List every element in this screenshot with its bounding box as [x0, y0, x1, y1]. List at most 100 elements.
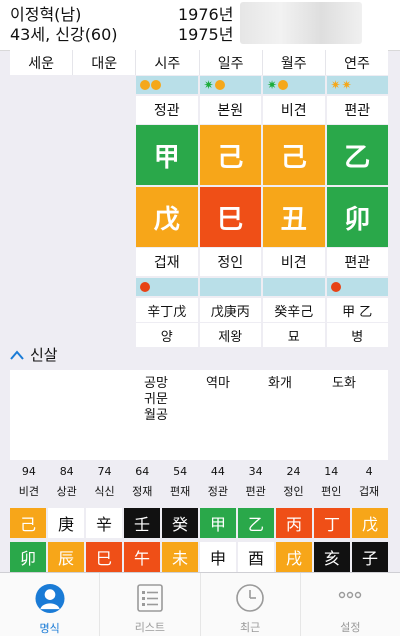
daeun-god: 비견 [18, 485, 40, 498]
sinsal-item: 월공 [144, 408, 168, 423]
daeun-god: 편인 [321, 485, 342, 498]
more-icon [339, 591, 362, 599]
top-god: 정관 [136, 96, 198, 124]
sinsal-item: 귀문 [144, 392, 168, 407]
stars-top-row: ✷ ✷ ✷ ✷ [136, 76, 388, 94]
tab-list[interactable]: 리스트 [99, 573, 199, 636]
daeun-god: 겁재 [358, 485, 380, 498]
daeun-stem[interactable]: 丁 [314, 508, 350, 538]
star-box [136, 76, 198, 94]
daeun-branch[interactable]: 亥 [314, 542, 350, 572]
daeun-branch[interactable]: 戌 [276, 542, 312, 572]
tab-label: 명식 [39, 622, 60, 635]
daeun-stem[interactable]: 戊 [352, 508, 388, 538]
sinsal-col-day: 역마 [206, 376, 230, 391]
top-god: 본원 [199, 96, 261, 124]
sinsal-col-month: 화개 [268, 376, 292, 391]
daeun-branch[interactable]: 卯 [10, 542, 46, 572]
daeun-stem[interactable]: 己 [10, 508, 46, 538]
stem-hour[interactable]: 甲 [136, 125, 198, 185]
daeun-branch[interactable]: 未 [162, 542, 198, 572]
daeun-god: 정인 [283, 485, 304, 498]
daeun-branch[interactable]: 午 [124, 542, 160, 572]
label-year-pillar: 연주 [324, 50, 388, 75]
green-star-icon: ✷ [267, 78, 278, 92]
stage: 병 [326, 323, 388, 347]
daeun-stem[interactable]: 丙 [276, 508, 312, 538]
heavenly-stems-row: 甲 己 己 乙 [136, 125, 388, 185]
daeun-stem[interactable]: 乙 [238, 508, 274, 538]
tab-settings[interactable]: 설정 [299, 573, 400, 636]
hidden-stems: 戊庚丙 [199, 298, 261, 322]
bottom-god: 겁재 [136, 248, 198, 276]
daeun-stem[interactable]: 辛 [86, 508, 122, 538]
label-month-pillar: 월주 [261, 50, 325, 75]
daeun-stem[interactable]: 癸 [162, 508, 198, 538]
daeun-branch[interactable]: 巳 [86, 542, 122, 572]
pillar-label-row: 세운 대운 시주 일주 월주 연주 [10, 50, 388, 75]
twelve-stages-row: 양 제왕 묘 병 [136, 323, 388, 347]
red-circle-icon [140, 282, 150, 292]
branch-day[interactable]: 巳 [199, 187, 261, 247]
bottom-god: 편관 [326, 248, 388, 276]
chevron-up-icon [10, 349, 24, 360]
daeun-branch[interactable]: 子 [352, 542, 388, 572]
branch-month[interactable]: 丑 [263, 187, 325, 247]
blurred-birth-details [240, 2, 362, 44]
star-box: ✷ [263, 76, 325, 94]
label-day-pillar: 일주 [198, 50, 262, 75]
tab-label: 설정 [340, 621, 361, 634]
bottom-gods-row: 겁재 정인 비견 편관 [136, 248, 388, 276]
profile-header: 이정혁(남) 1976년 43세, 신강(60) 1975년 [0, 0, 400, 51]
daeun-branch[interactable]: 酉 [238, 542, 274, 572]
sinsal-col-hour: 공망 귀문 월공 [144, 376, 168, 424]
daeun-branch[interactable]: 申 [200, 542, 236, 572]
hidden-stems-row: 辛丁戊 戊庚丙 癸辛己 甲 乙 [136, 298, 388, 322]
label-daeun[interactable]: 대운 [72, 50, 135, 75]
daeun-branch[interactable]: 辰 [48, 542, 84, 572]
daeun-age: 84 [59, 464, 74, 478]
label-hour-pillar: 시주 [135, 50, 198, 75]
star-box [263, 278, 325, 296]
birth-date-solar: 1976년 [178, 5, 234, 24]
daeun-stem[interactable]: 庚 [48, 508, 84, 538]
branch-hour[interactable]: 戊 [136, 187, 198, 247]
daeun-stem[interactable]: 壬 [124, 508, 160, 538]
daeun-age: 94 [21, 464, 36, 478]
sinsal-toggle[interactable]: 신살 [10, 344, 58, 365]
red-circle-icon [330, 282, 341, 292]
orange-star-icon: ✷ [341, 78, 352, 92]
stem-year[interactable]: 乙 [326, 125, 388, 185]
bottom-god: 정인 [199, 248, 261, 276]
daeun-stems-row: 己庚辛壬癸甲乙丙丁戊 [10, 508, 388, 538]
daeun-stem[interactable]: 甲 [200, 508, 236, 538]
bottom-god: 비견 [263, 248, 325, 276]
orange-circle-icon [214, 80, 225, 90]
tab-label: 리스트 [134, 621, 166, 634]
sinsal-panel: 공망 귀문 월공 역마 화개 도화 [10, 370, 388, 460]
sinsal-title: 신살 [30, 346, 58, 364]
stem-month[interactable]: 己 [263, 125, 325, 185]
tab-myeongsik[interactable]: 명식 [0, 573, 99, 636]
star-box: ✷ [199, 76, 261, 94]
tab-recent[interactable]: 최근 [199, 573, 300, 636]
label-seun[interactable]: 세운 [10, 50, 72, 75]
birth-date-lunar: 1975년 [178, 25, 234, 44]
branch-year[interactable]: 卯 [326, 187, 388, 247]
daeun-god: 상관 [56, 485, 77, 498]
green-star-icon: ✷ [203, 78, 214, 92]
stem-day[interactable]: 己 [199, 125, 261, 185]
daeun-god: 정재 [132, 485, 153, 498]
daeun-age: 4 [365, 464, 373, 478]
hidden-stems: 甲 乙 [326, 298, 388, 322]
top-gods-row: 정관 본원 비견 편관 [136, 96, 388, 124]
sinsal-col-year: 도화 [332, 376, 356, 391]
star-box [199, 278, 261, 296]
orange-circle-icon [278, 80, 289, 90]
top-god: 편관 [326, 96, 388, 124]
stage: 묘 [263, 323, 325, 347]
daeun-branches-row: 卯辰巳午未申酉戌亥子 [10, 542, 388, 572]
daeun-age: 34 [248, 464, 263, 478]
daeun-god: 식신 [94, 485, 115, 498]
daeun-age: 24 [286, 464, 301, 478]
